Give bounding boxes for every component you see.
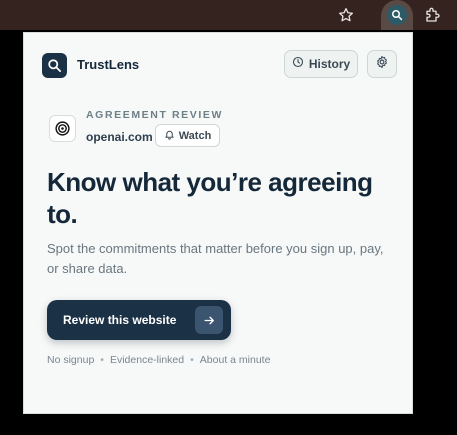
watch-button[interactable]: Watch	[155, 124, 220, 147]
section-kicker: AGREEMENT REVIEW	[86, 109, 224, 121]
popup-header: TrustLens History	[24, 33, 412, 99]
clock-icon	[292, 55, 304, 73]
openai-logo-icon	[49, 115, 76, 142]
browser-toolbar	[0, 0, 457, 30]
separator-dot: •	[190, 354, 194, 366]
watch-label: Watch	[178, 129, 212, 142]
trustlens-extension-icon[interactable]	[381, 0, 413, 30]
footnote-item: Evidence-linked	[109, 354, 185, 366]
feature-footnotes: No signup • Evidence-linked • About a mi…	[47, 354, 270, 366]
gear-icon	[375, 55, 389, 74]
history-button[interactable]: History	[284, 50, 358, 78]
headline: Know what you’re agreeing to.	[47, 167, 373, 229]
history-label: History	[308, 57, 351, 71]
puzzle-icon[interactable]	[421, 4, 445, 26]
app-name: TrustLens	[77, 57, 140, 72]
review-website-button[interactable]: Review this website	[47, 300, 231, 340]
arrow-right-icon	[195, 306, 223, 334]
settings-button[interactable]	[367, 50, 397, 78]
subtext: Spot the commitments that matter before …	[47, 241, 384, 276]
extension-popup: TrustLens History AGREEMENT REVIEW opena…	[23, 32, 413, 414]
star-outline-icon[interactable]	[335, 4, 357, 26]
footnote-item: About a minute	[199, 354, 271, 366]
site-domain: openai.com	[86, 130, 153, 144]
bell-icon	[164, 127, 175, 145]
review-button-label: Review this website	[63, 313, 177, 327]
separator-dot: •	[100, 354, 104, 366]
footnote-item: No signup	[47, 354, 95, 366]
trustlens-logo-icon	[42, 53, 67, 78]
